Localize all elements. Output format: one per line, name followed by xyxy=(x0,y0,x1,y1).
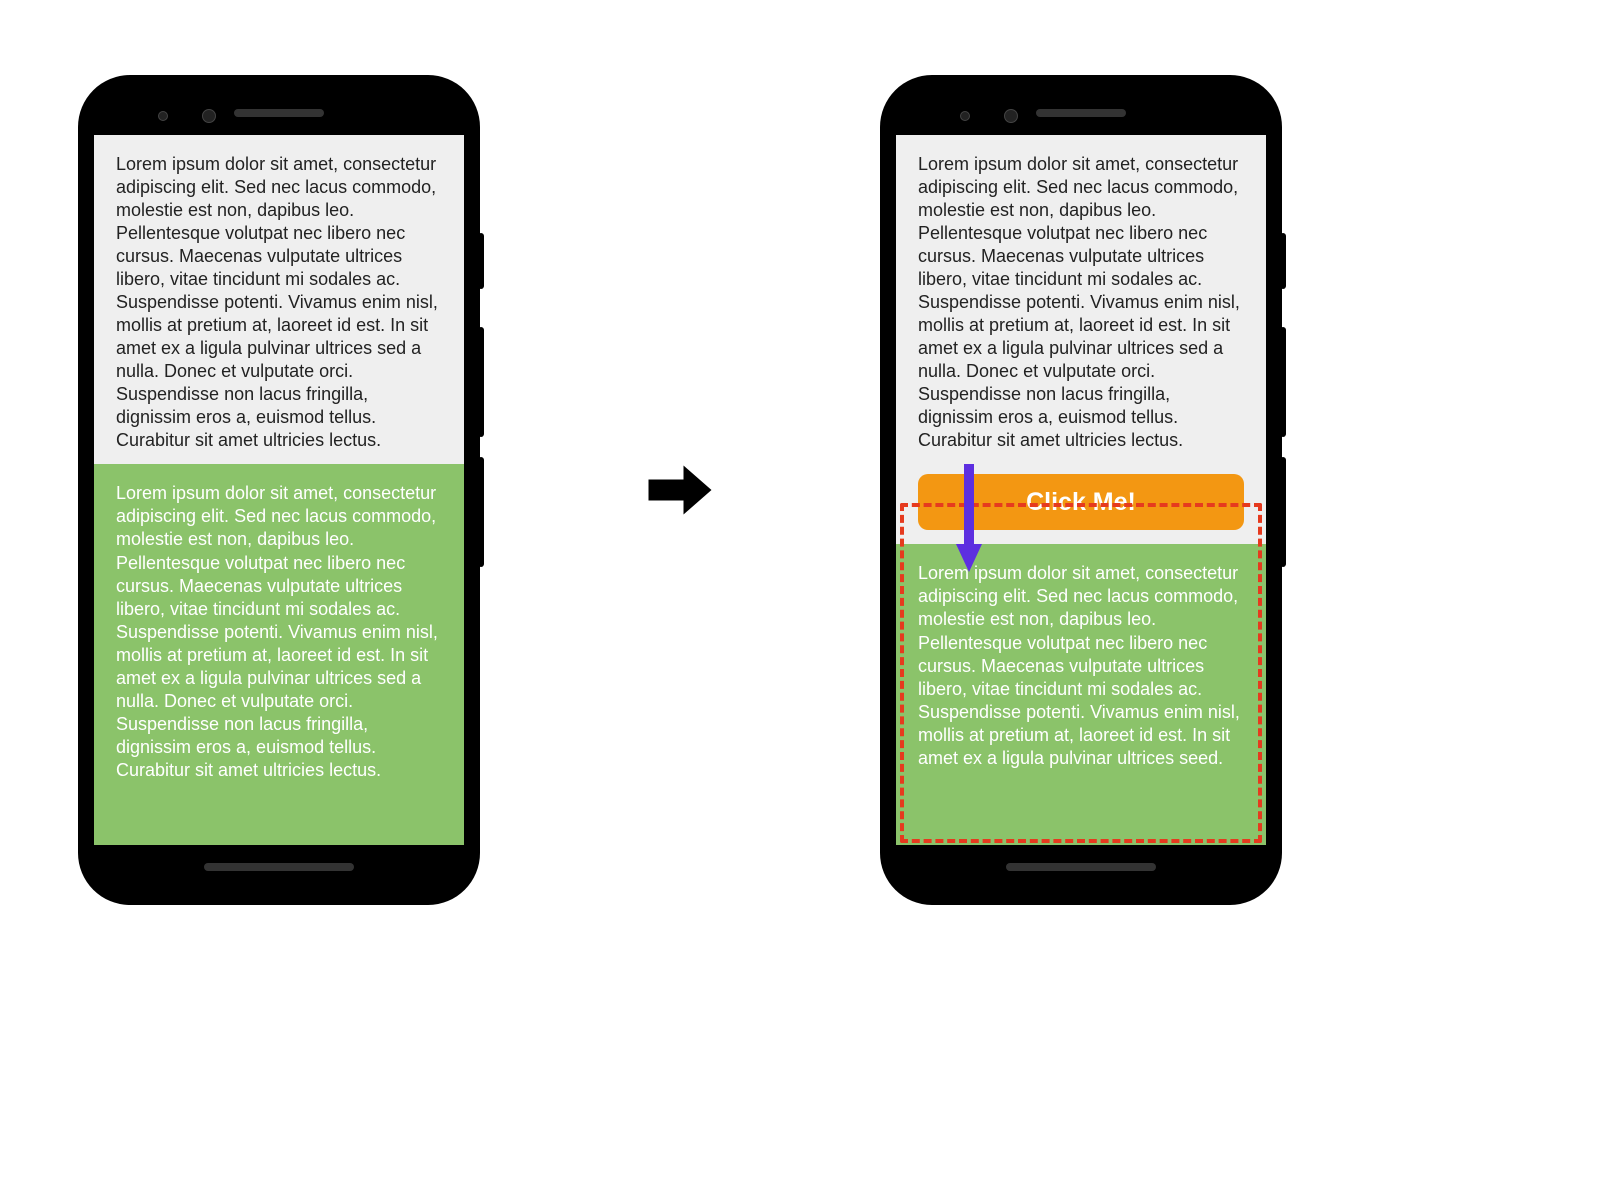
side-button-icon xyxy=(1280,457,1286,567)
top-paragraph: Lorem ipsum dolor sit amet, consectetur … xyxy=(896,135,1266,464)
phone-chin xyxy=(896,845,1266,889)
phone-after: Lorem ipsum dolor sit amet, consectetur … xyxy=(882,77,1280,903)
click-me-button[interactable]: Click Me! xyxy=(918,474,1244,530)
phone-notch xyxy=(94,91,464,135)
top-paragraph: Lorem ipsum dolor sit amet, consectetur … xyxy=(94,135,464,464)
transition-arrow-icon xyxy=(645,455,715,525)
diagram-stage: Lorem ipsum dolor sit amet, consectetur … xyxy=(80,40,1280,940)
camera-icon xyxy=(158,111,168,121)
phone-notch xyxy=(896,91,1266,135)
camera-icon xyxy=(1004,109,1018,123)
phone-inner: Lorem ipsum dolor sit amet, consectetur … xyxy=(94,91,464,889)
speaker-icon xyxy=(234,109,324,117)
green-paragraph: Lorem ipsum dolor sit amet, consectetur … xyxy=(94,464,464,845)
home-indicator-icon xyxy=(1006,863,1156,871)
side-button-icon xyxy=(478,233,484,289)
side-button-icon xyxy=(1280,327,1286,437)
side-button-icon xyxy=(478,327,484,437)
phone-screen: Lorem ipsum dolor sit amet, consectetur … xyxy=(94,135,464,845)
speaker-icon xyxy=(1036,109,1126,117)
side-button-icon xyxy=(1280,233,1286,289)
phone-before: Lorem ipsum dolor sit amet, consectetur … xyxy=(80,77,478,903)
inserted-button-row: Click Me! xyxy=(896,464,1266,544)
home-indicator-icon xyxy=(204,863,354,871)
phone-inner: Lorem ipsum dolor sit amet, consectetur … xyxy=(896,91,1266,889)
phone-screen: Lorem ipsum dolor sit amet, consectetur … xyxy=(896,135,1266,845)
phone-chin xyxy=(94,845,464,889)
side-button-icon xyxy=(478,457,484,567)
camera-icon xyxy=(960,111,970,121)
green-paragraph: Lorem ipsum dolor sit amet, consectetur … xyxy=(896,544,1266,845)
camera-icon xyxy=(202,109,216,123)
